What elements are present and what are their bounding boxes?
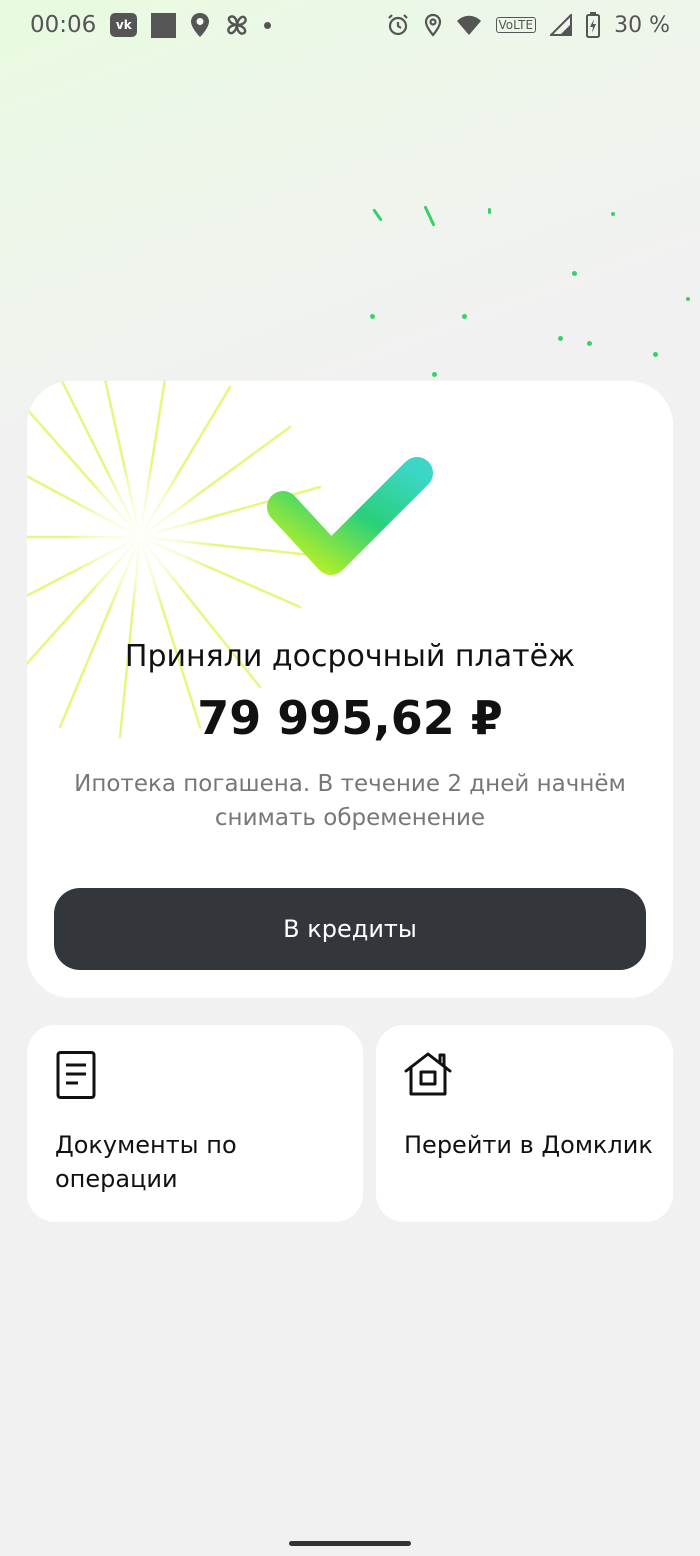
battery-percentage: 30 % — [614, 12, 670, 38]
image-icon — [151, 12, 177, 38]
payment-amount: 79 995,62 ₽ — [197, 691, 503, 745]
documents-tile-label: Документы по операции — [55, 1131, 237, 1193]
status-time: 00:06 — [30, 12, 97, 38]
status-bar: 00:06 vk VoLTE 30 % — [0, 0, 700, 50]
status-bar-right: VoLTE 30 % — [386, 12, 670, 38]
fan-icon — [224, 12, 250, 38]
status-bar-left: 00:06 vk — [30, 12, 272, 38]
sparkle — [653, 352, 658, 357]
sparkle — [611, 212, 615, 216]
sparkle — [462, 314, 467, 319]
confirmation-description: Ипотека погашена. В течение 2 дней начнё… — [74, 771, 626, 831]
house-icon — [404, 1051, 452, 1101]
sparkle — [558, 336, 563, 341]
sparkle — [587, 341, 592, 346]
vk-icon: vk — [110, 13, 138, 37]
domclick-tile[interactable]: Перейти в Домклик — [376, 1025, 673, 1222]
sparkle — [686, 297, 690, 301]
alarm-icon — [386, 13, 410, 37]
location-icon — [190, 12, 210, 38]
location-icon — [424, 13, 442, 37]
dot-icon — [264, 21, 272, 29]
sparkle — [572, 271, 577, 276]
checkmark-icon — [267, 457, 433, 575]
document-icon — [55, 1051, 97, 1103]
wifi-icon — [456, 14, 482, 36]
to-credits-button[interactable]: В кредиты — [54, 888, 646, 970]
sparkle — [488, 208, 491, 214]
signal-icon — [550, 14, 573, 36]
documents-tile[interactable]: Документы по операции — [27, 1025, 363, 1222]
background-glow — [0, 0, 700, 420]
domclick-tile-label: Перейти в Домклик — [404, 1131, 653, 1159]
volte-icon: VoLTE — [495, 17, 537, 33]
home-indicator[interactable] — [289, 1541, 411, 1546]
sparkle — [370, 314, 375, 319]
battery-charging-icon — [586, 12, 601, 38]
sparkle — [432, 372, 437, 377]
confirmation-title: Приняли досрочный платёж — [124, 639, 576, 674]
confirmation-card: Приняли досрочный платёж 79 995,62 ₽ Ипо… — [27, 381, 673, 998]
